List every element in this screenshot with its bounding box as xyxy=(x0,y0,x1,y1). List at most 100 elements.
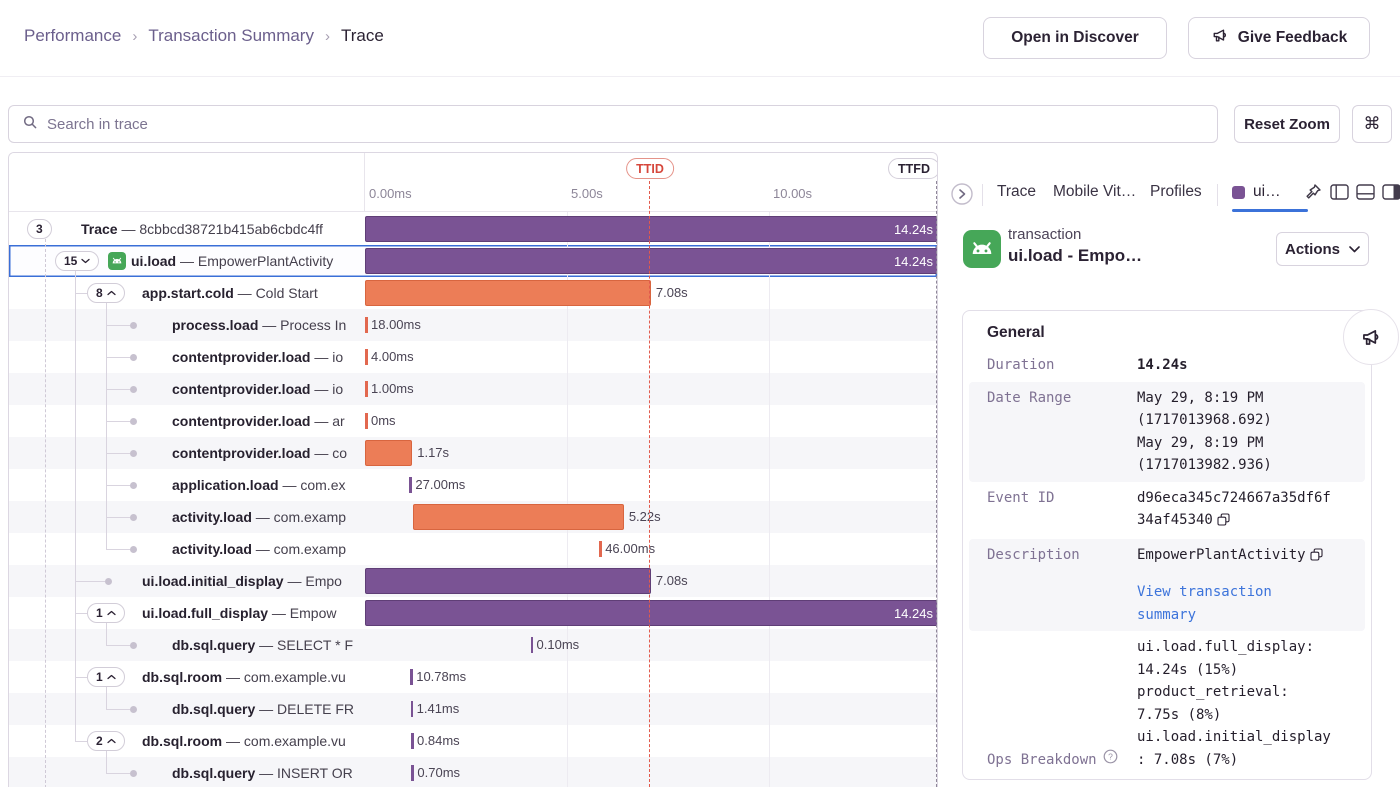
span-duration: 4.00ms xyxy=(371,341,414,373)
tab-divider xyxy=(1217,184,1218,206)
span-label: db.sql.query — SELECT * F xyxy=(172,629,353,661)
span-row-contentprovider.load[interactable]: contentprovider.load — ar0ms xyxy=(9,405,937,437)
span-label: contentprovider.load — ar xyxy=(172,405,345,437)
span-row-contentprovider.load[interactable]: contentprovider.load — co1.17s xyxy=(9,437,937,469)
span-label: db.sql.room — com.example.vu xyxy=(142,725,346,757)
span-row-Trace[interactable]: 3Trace — 8cbbcd38721b415ab6cbdc4ff14.24s xyxy=(9,213,937,245)
layout-left-icon[interactable] xyxy=(1330,184,1349,205)
open-in-discover-button[interactable]: Open in Discover xyxy=(983,17,1167,59)
span-bar[interactable]: 14.24s xyxy=(365,248,938,274)
android-icon xyxy=(963,230,1001,268)
general-card: General Duration 14.24s Date Range May 2… xyxy=(962,310,1372,780)
span-count-badge[interactable]: 8 xyxy=(87,283,125,303)
event-id-text: d96eca345c724667a35df6f34af45340 xyxy=(1137,490,1331,529)
span-bar[interactable] xyxy=(413,504,624,530)
tab-trace[interactable]: Trace xyxy=(997,183,1036,201)
span-count-badge[interactable]: 1 xyxy=(87,603,125,623)
date-range-row: Date Range May 29, 8:19 PM (1717013968.6… xyxy=(969,382,1365,482)
copy-icon[interactable] xyxy=(1217,511,1230,534)
span-row-activity.load[interactable]: activity.load — com.examp46.00ms xyxy=(9,533,937,565)
span-name-cell: db.sql.query — DELETE FR xyxy=(9,693,365,725)
span-tick[interactable] xyxy=(365,349,368,365)
span-label: activity.load — com.examp xyxy=(172,501,346,533)
span-row-db.sql.room[interactable]: 2db.sql.room — com.example.vu0.84ms xyxy=(9,725,937,757)
span-tick[interactable] xyxy=(410,669,413,685)
span-row-ui.load[interactable]: 15ui.load — EmpowerPlantActivity14.24s xyxy=(9,245,937,277)
span-row-ui.load.full_display[interactable]: 1ui.load.full_display — Empow14.24s xyxy=(9,597,937,629)
span-count-badge[interactable]: 3 xyxy=(27,219,52,239)
span-tick[interactable] xyxy=(365,413,368,429)
shortcuts-button[interactable]: ⌘ xyxy=(1352,105,1392,143)
span-row-db.sql.query[interactable]: db.sql.query — DELETE FR1.41ms xyxy=(9,693,937,725)
tree-dot xyxy=(130,642,137,649)
span-row-process.load[interactable]: process.load — Process In18.00ms xyxy=(9,309,937,341)
megaphone-icon xyxy=(1360,327,1382,348)
breadcrumb-performance[interactable]: Performance xyxy=(24,26,121,46)
search-input[interactable]: Search in trace xyxy=(8,105,1218,143)
span-label: db.sql.query — DELETE FR xyxy=(172,693,354,725)
tab-ui-load-active[interactable]: ui… xyxy=(1232,183,1281,201)
duration-row: Duration 14.24s xyxy=(969,349,1365,382)
span-row-application.load[interactable]: application.load — com.ex27.00ms xyxy=(9,469,937,501)
span-duration: 0.70ms xyxy=(417,757,460,787)
ttfd-marker-line xyxy=(936,181,937,787)
span-bar[interactable] xyxy=(365,280,651,306)
span-count-badge[interactable]: 1 xyxy=(87,667,125,687)
view-transaction-summary-link[interactable]: View transaction summary xyxy=(1137,581,1333,626)
give-feedback-label: Give Feedback xyxy=(1238,29,1347,47)
give-feedback-button[interactable]: Give Feedback xyxy=(1188,17,1370,59)
span-row-app.start.cold[interactable]: 8app.start.cold — Cold Start7.08s xyxy=(9,277,937,309)
span-row-contentprovider.load[interactable]: contentprovider.load — io4.00ms xyxy=(9,341,937,373)
span-tick[interactable] xyxy=(411,733,414,749)
span-row-contentprovider.load[interactable]: contentprovider.load — io1.00ms xyxy=(9,373,937,405)
ttid-marker-badge[interactable]: TTID xyxy=(626,158,674,179)
span-tick[interactable] xyxy=(365,317,368,333)
span-tick[interactable] xyxy=(411,765,414,781)
span-row-ui.load.initial_display[interactable]: ui.load.initial_display — Empo7.08s xyxy=(9,565,937,597)
breadcrumb-transaction-summary[interactable]: Transaction Summary xyxy=(148,26,314,46)
span-row-activity.load[interactable]: activity.load — com.examp 5.22s xyxy=(9,501,937,533)
layout-bottom-icon[interactable] xyxy=(1356,184,1375,205)
command-icon: ⌘ xyxy=(1364,114,1381,134)
span-row-db.sql.query[interactable]: db.sql.query — SELECT * F0.10ms xyxy=(9,629,937,661)
active-tab-underline xyxy=(1232,209,1308,212)
span-name-cell: contentprovider.load — io xyxy=(9,373,365,405)
span-bar[interactable]: 14.24s xyxy=(365,600,938,626)
timeline-gridline xyxy=(769,190,770,787)
span-bar[interactable] xyxy=(365,440,412,466)
breadcrumb-separator: › xyxy=(132,28,137,45)
ttfd-marker-badge[interactable]: TTFD xyxy=(888,158,938,179)
copy-icon[interactable] xyxy=(1310,546,1323,569)
layout-right-icon[interactable] xyxy=(1382,184,1400,205)
span-bar[interactable] xyxy=(365,568,651,594)
android-icon xyxy=(108,252,126,270)
span-duration: 27.00ms xyxy=(415,469,465,501)
chevron-down-icon xyxy=(1349,246,1360,253)
span-tick[interactable] xyxy=(531,637,534,653)
span-tick[interactable] xyxy=(411,701,414,717)
tab-profiles[interactable]: Profiles xyxy=(1150,183,1202,201)
span-tick[interactable] xyxy=(365,381,368,397)
search-placeholder: Search in trace xyxy=(47,116,148,133)
floating-feedback-button[interactable] xyxy=(1343,309,1399,365)
help-icon[interactable]: ? xyxy=(1103,749,1118,772)
span-tick[interactable] xyxy=(409,477,412,493)
span-tick[interactable] xyxy=(599,541,602,557)
span-bar[interactable]: 14.24s xyxy=(365,216,938,242)
span-row-db.sql.query[interactable]: db.sql.query — INSERT OR0.70ms xyxy=(9,757,937,787)
active-tab-label: ui… xyxy=(1253,183,1281,201)
tree-dot xyxy=(130,706,137,713)
pin-tab-icon[interactable] xyxy=(1304,183,1322,206)
breadcrumb-trace: Trace xyxy=(341,26,384,46)
actions-button[interactable]: Actions xyxy=(1276,232,1369,266)
reset-zoom-button[interactable]: Reset Zoom xyxy=(1234,105,1340,143)
span-count-badge[interactable]: 15 xyxy=(55,251,99,271)
span-name-cell: 1db.sql.room — com.example.vu xyxy=(9,661,365,693)
span-count-badge[interactable]: 2 xyxy=(87,731,125,751)
tab-mobile-vitals[interactable]: Mobile Vit… xyxy=(1053,183,1136,201)
span-duration: 1.17s xyxy=(417,437,449,469)
span-duration: 5.22s xyxy=(629,501,661,533)
axis-tick-0: 0.00ms xyxy=(369,186,412,201)
span-row-db.sql.room[interactable]: 1db.sql.room — com.example.vu10.78ms xyxy=(9,661,937,693)
collapse-panel-icon[interactable] xyxy=(950,182,974,211)
